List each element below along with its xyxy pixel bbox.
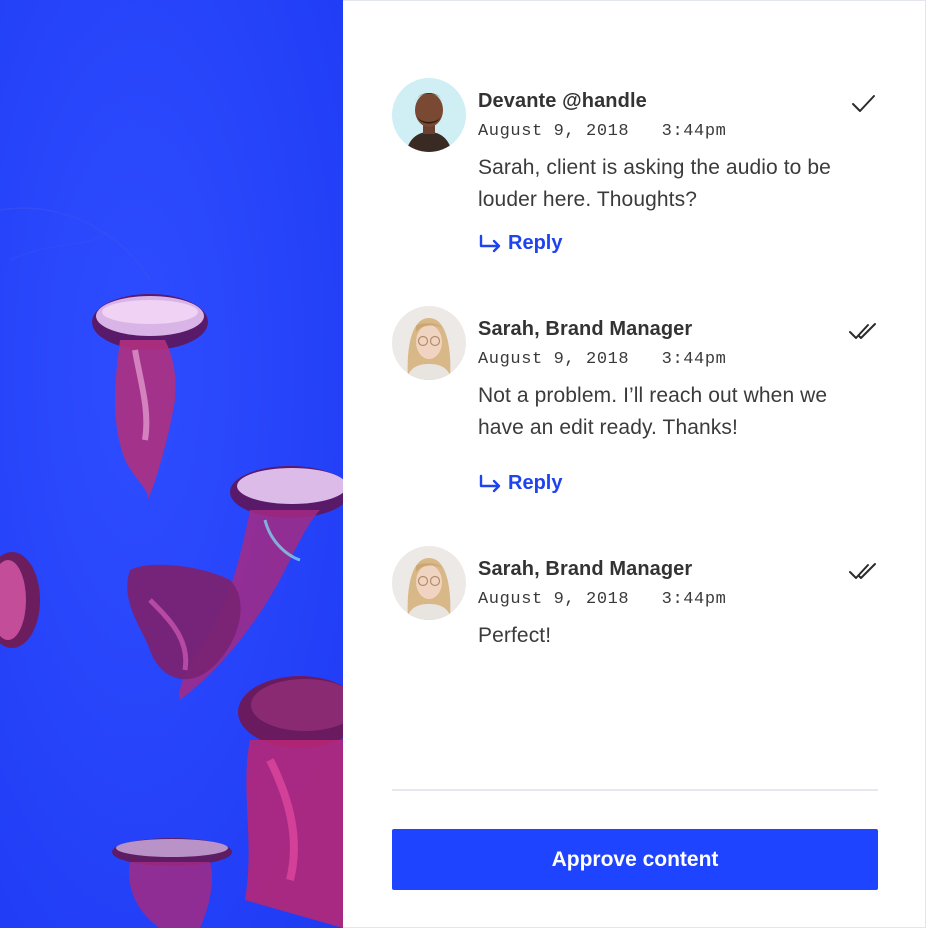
comment-time: 3:44pm xyxy=(661,590,727,609)
devante-avatar-image xyxy=(392,78,466,152)
comment-time: 3:44pm xyxy=(661,350,727,369)
sarah-avatar-image xyxy=(392,546,466,620)
comment-author: Sarah, Brand Manager xyxy=(478,318,693,340)
comment-author: Devante @handle xyxy=(478,90,647,112)
reply-arrow-icon xyxy=(478,234,504,254)
comment-item: Sarah, Brand Manager August 9, 2018 3:44… xyxy=(392,546,878,666)
comment-text: Sarah, client is asking the audio to be … xyxy=(478,156,831,211)
approve-content-button[interactable]: Approve content xyxy=(392,829,878,890)
divider xyxy=(392,789,878,791)
avatar[interactable] xyxy=(392,78,466,152)
reply-button[interactable]: Reply xyxy=(478,472,562,495)
comment-date: August 9, 2018 xyxy=(478,590,630,609)
comment-item: Devante @handle August 9, 2018 3:44pm Sa… xyxy=(392,78,878,268)
reply-arrow-icon xyxy=(478,474,504,494)
comment-timestamp: August 9, 2018 3:44pm xyxy=(478,350,726,369)
comment-time: 3:44pm xyxy=(661,122,727,141)
double-check-icon xyxy=(848,320,878,344)
comment-date: August 9, 2018 xyxy=(478,350,630,369)
comment-item: Sarah, Brand Manager August 9, 2018 3:44… xyxy=(392,306,878,506)
sarah-avatar-image xyxy=(392,306,466,380)
comments-panel: Devante @handle August 9, 2018 3:44pm Sa… xyxy=(343,0,926,928)
reply-button[interactable]: Reply xyxy=(478,232,562,255)
comment-timestamp: August 9, 2018 3:44pm xyxy=(478,122,726,141)
jellyfish-image xyxy=(0,0,343,928)
reply-label: Reply xyxy=(508,232,563,254)
media-preview xyxy=(0,0,343,928)
comment-date: August 9, 2018 xyxy=(478,122,630,141)
reply-label: Reply xyxy=(508,472,563,494)
comment-timestamp: August 9, 2018 3:44pm xyxy=(478,590,726,609)
double-check-icon xyxy=(848,560,878,584)
comment-author: Sarah, Brand Manager xyxy=(478,558,693,580)
comment-text: Not a problem. I’ll reach out when we ha… xyxy=(478,384,828,439)
avatar[interactable] xyxy=(392,546,466,620)
check-icon xyxy=(848,92,878,116)
comment-text: Perfect! xyxy=(478,624,552,647)
jellyfish-5 xyxy=(238,676,343,928)
avatar[interactable] xyxy=(392,306,466,380)
